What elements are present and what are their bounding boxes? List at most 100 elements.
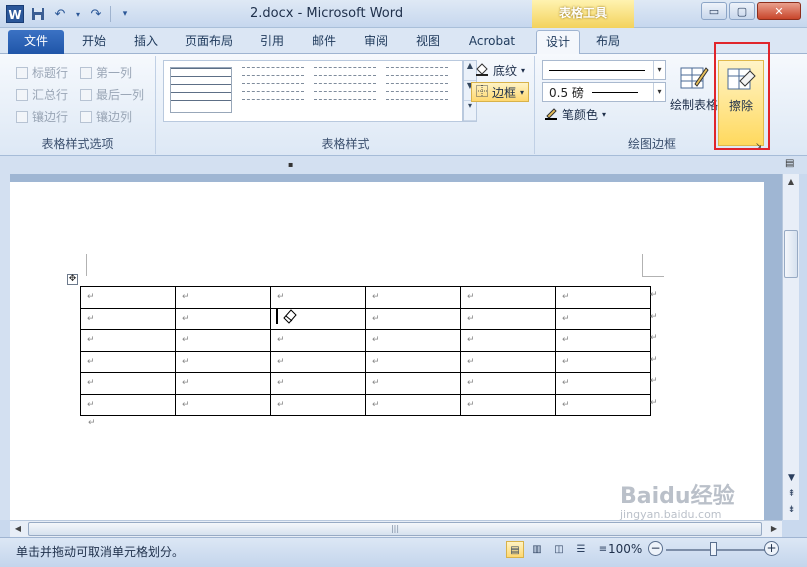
table-cell[interactable]: ↵ (365, 307, 461, 330)
table-cell[interactable]: ↵ (175, 307, 271, 330)
restore-button[interactable]: ▢ (729, 2, 755, 20)
tab-view[interactable]: 视图 (406, 30, 450, 54)
redo-icon[interactable]: ↷ (88, 6, 104, 22)
table-cell[interactable]: ↵ (80, 307, 176, 330)
table-cell[interactable]: ↵ (460, 350, 556, 373)
tab-layout[interactable]: 布局 (586, 30, 630, 54)
previous-page-icon[interactable]: ⇞ (783, 486, 800, 502)
vertical-scroll-thumb[interactable] (784, 230, 798, 278)
checkbox-banded-rows[interactable]: 镶边行 (16, 108, 68, 125)
zoom-level[interactable]: 100% (608, 542, 642, 556)
table-cell[interactable]: ↵ (460, 286, 556, 309)
scroll-left-icon[interactable]: ◀ (10, 521, 26, 537)
zoom-out-icon[interactable]: − (648, 541, 663, 556)
tab-file[interactable]: 文件 (8, 30, 64, 54)
view-ruler-icon[interactable]: ▤ (785, 158, 794, 169)
table-style-thumbnail[interactable] (170, 67, 232, 113)
table-cell[interactable]: ↵ (175, 350, 271, 373)
tab-design[interactable]: 设计 (536, 30, 580, 54)
table-cell[interactable]: ↵ (555, 286, 651, 309)
table-cell[interactable]: ↵ (365, 372, 461, 395)
table-cell[interactable]: ↵ (460, 393, 556, 416)
shading-button[interactable]: 底纹 ▾ (471, 60, 529, 80)
table-move-handle-icon[interactable]: ✥ (67, 274, 78, 285)
next-page-icon[interactable]: ⇟ (783, 502, 800, 518)
scroll-right-icon[interactable]: ▶ (766, 521, 782, 537)
outline-icon[interactable]: ☰ (572, 541, 590, 558)
zoom-in-icon[interactable]: + (764, 541, 779, 556)
document-page[interactable]: ✥ ↵ ↵ ↵ ↵ ↵ ↵ ↵ ↵ ↵ ↵ ↵ ↵ ↵ ↵ ↵ ↵ ↵ ↵ ↵ ↵ ↵ ↵ ↵ ↵ ↵ ↵ ↵ ↵ ↵ ↵ ↵ ↵ ↵… (10, 182, 764, 520)
table-cell[interactable]: ↵ (555, 350, 651, 373)
vertical-scrollbar[interactable]: ▲ ▼ ⇞ ⇟ (782, 174, 799, 520)
table-cell[interactable]: ↵ (270, 350, 366, 373)
tab-review[interactable]: 审阅 (354, 30, 398, 54)
full-screen-reading-icon[interactable]: ▥ (528, 541, 546, 558)
horizontal-scroll-thumb[interactable]: ||| (28, 522, 762, 536)
table-cell[interactable]: ↵ (175, 329, 271, 352)
checkbox-box (16, 110, 28, 123)
document-area[interactable]: ✥ ↵ ↵ ↵ ↵ ↵ ↵ ↵ ↵ ↵ ↵ ↵ ↵ ↵ ↵ ↵ ↵ ↵ ↵ ↵ ↵ ↵ ↵ ↵ ↵ ↵ ↵ ↵ ↵ ↵ ↵ ↵ ↵ ↵… (10, 174, 782, 520)
table-style-thumbnail[interactable] (314, 67, 376, 113)
scroll-up-icon[interactable]: ▲ (783, 174, 799, 190)
checkbox-box (80, 110, 92, 123)
table-cell[interactable]: ↵ (365, 286, 461, 309)
borders-button[interactable]: 边框 ▾ (471, 82, 530, 102)
table-cell[interactable]: ↵ (555, 307, 651, 330)
checkbox-label: 最后一列 (96, 88, 145, 102)
table-cell[interactable]: ↵ (175, 393, 271, 416)
table-cell[interactable]: ↵ (175, 372, 271, 395)
close-button[interactable]: ✕ (757, 2, 801, 20)
save-icon[interactable] (30, 6, 46, 22)
table-cell[interactable]: ↵ (270, 393, 366, 416)
table-cell[interactable]: ↵ (175, 286, 271, 309)
zoom-slider-thumb[interactable] (710, 542, 717, 556)
tab-insert[interactable]: 插入 (124, 30, 168, 54)
table-cell[interactable]: ↵ (555, 329, 651, 352)
tab-references[interactable]: 引用 (250, 30, 294, 54)
table-cell[interactable]: ↵ (365, 350, 461, 373)
word-logo-icon[interactable]: W (6, 5, 24, 23)
tab-acrobat[interactable]: Acrobat (460, 30, 524, 54)
table-cell[interactable]: ↵ (80, 372, 176, 395)
table-cell[interactable]: ↵ (460, 372, 556, 395)
table-cell[interactable]: ↵ (555, 372, 651, 395)
tab-home[interactable]: 开始 (72, 30, 116, 54)
table-cell[interactable]: ↵ (80, 286, 176, 309)
undo-icon[interactable]: ↶ (52, 6, 68, 22)
table-cell[interactable]: ↵ (270, 286, 366, 309)
table-cell[interactable]: ↵ (365, 393, 461, 416)
web-layout-icon[interactable]: ◫ (550, 541, 568, 558)
checkbox-total-row[interactable]: 汇总行 (16, 86, 68, 103)
table-cell[interactable]: ↵ (80, 329, 176, 352)
gallery-more-icon[interactable]: ▾ (464, 101, 476, 121)
table-cell[interactable]: ↵ (80, 393, 176, 416)
tab-mailings[interactable]: 邮件 (302, 30, 346, 54)
table-style-thumbnail[interactable] (242, 67, 304, 113)
table-style-thumbnail[interactable] (386, 67, 448, 113)
table-cell[interactable]: ↵ (80, 350, 176, 373)
horizontal-scrollbar[interactable]: ◀ ||| ▶ (10, 520, 782, 537)
line-weight-dropdown[interactable]: 0.5 磅 ▾ (542, 82, 666, 102)
table-cell[interactable]: ↵ (460, 329, 556, 352)
customize-toolbar-icon[interactable]: ▾ (117, 6, 133, 22)
chevron-down-icon: ▾ (653, 61, 665, 79)
checkbox-first-column[interactable]: 第一列 (80, 64, 132, 81)
scroll-down-icon[interactable]: ▼ (783, 470, 800, 486)
checkbox-last-column[interactable]: 最后一列 (80, 86, 144, 103)
line-style-dropdown[interactable]: ▾ (542, 60, 666, 80)
checkbox-header-row[interactable]: 标题行 (16, 64, 68, 81)
document-table[interactable]: ↵ ↵ ↵ ↵ ↵ ↵ ↵ ↵ ↵ ↵ ↵ ↵ ↵ ↵ ↵ ↵ ↵ ↵ ↵ ↵ ↵ ↵ ↵ ↵ ↵ ↵ ↵ ↵ ↵ ↵ ↵ ↵ ↵ ↵ ↵ (80, 286, 651, 416)
pen-color-button[interactable]: 笔颜色 ▾ (540, 104, 610, 124)
print-layout-icon[interactable]: ▤ (506, 541, 524, 558)
table-cell[interactable]: ↵ (460, 307, 556, 330)
table-cell[interactable]: ↵ (270, 372, 366, 395)
table-cell[interactable]: ↵ (365, 329, 461, 352)
table-cell[interactable]: ↵ (555, 393, 651, 416)
checkbox-label: 标题行 (32, 66, 69, 80)
minimize-button[interactable]: ▭ (701, 2, 727, 20)
checkbox-banded-columns[interactable]: 镶边列 (80, 108, 132, 125)
undo-dropdown-icon[interactable]: ▾ (74, 6, 82, 22)
tab-page-layout[interactable]: 页面布局 (176, 30, 242, 54)
table-cell[interactable]: ↵ (270, 329, 366, 352)
table-row: ↵ ↵ ↵ ↵ ↵ (80, 307, 651, 330)
